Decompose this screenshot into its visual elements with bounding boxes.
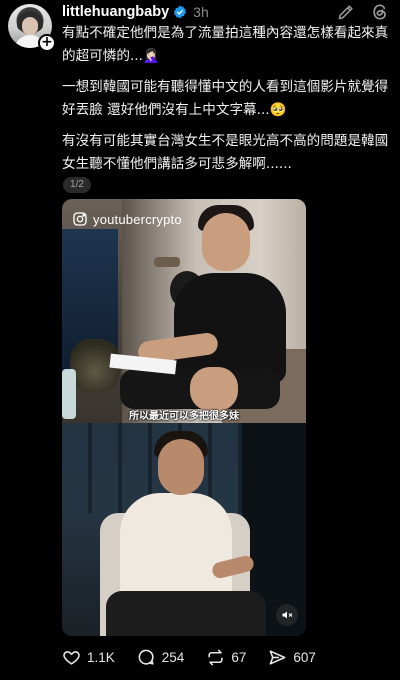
post-paragraph-1: 有點不確定他們是為了流量拍這種內容還怎樣看起來真的超可憐的...🤦🏻‍♀️	[62, 25, 389, 64]
comment-icon	[138, 649, 154, 665]
repost-icon	[208, 649, 223, 666]
comment-count: 254	[161, 650, 185, 665]
follow-plus-icon[interactable]: +	[38, 34, 56, 52]
like-button[interactable]: 1.1K	[62, 648, 115, 667]
mute-button[interactable]	[276, 604, 298, 626]
avatar[interactable]: +	[8, 4, 56, 52]
repost-button[interactable]: 67	[206, 648, 246, 667]
share-button[interactable]: 607	[268, 648, 316, 667]
like-count: 1.1K	[87, 650, 115, 665]
instagram-watermark: youtubercrypto	[72, 211, 182, 227]
post-paragraph-2: 一想到韓國可能有聽得懂中文的人看到這個影片就覺得好丟臉 還好他們沒有上中文字幕.…	[62, 79, 389, 118]
post-paragraph-3: 有沒有可能其實台灣女生不是眼光高不高的問題是韓國女生聽不懂他們講話多可悲多解啊.…	[62, 133, 389, 172]
edit-icon[interactable]	[336, 2, 356, 22]
repost-count: 67	[231, 650, 247, 665]
header-actions	[336, 2, 390, 22]
post-header: littlehuangbaby 3h	[62, 2, 209, 22]
comment-button[interactable]: 254	[137, 648, 185, 667]
video-subtitle: 所以最近可以多把很多妹	[129, 411, 239, 422]
verified-badge-icon	[174, 5, 187, 19]
action-bar: 1.1K 254 67 607	[62, 648, 338, 667]
post-text: 有點不確定他們是為了流量拍這種內容還怎樣看起來真的超可憐的...🤦🏻‍♀️ 一想…	[62, 22, 392, 184]
username[interactable]: littlehuangbaby	[62, 4, 169, 20]
instagram-handle: youtubercrypto	[93, 211, 182, 227]
share-count: 607	[293, 650, 316, 665]
video-frame-top: youtubercrypto 所以最近可以多把很多妹	[62, 199, 306, 423]
video-media[interactable]: youtubercrypto 所以最近可以多把很多妹	[62, 199, 306, 636]
share-icon	[269, 650, 286, 665]
post-time: 3h	[193, 4, 209, 20]
heart-icon	[63, 651, 80, 665]
video-frame-bottom	[62, 423, 306, 636]
instagram-icon	[73, 212, 87, 226]
page-indicator: 1/2	[63, 177, 91, 193]
threads-logo-icon[interactable]	[370, 2, 390, 22]
mute-icon	[282, 611, 293, 619]
